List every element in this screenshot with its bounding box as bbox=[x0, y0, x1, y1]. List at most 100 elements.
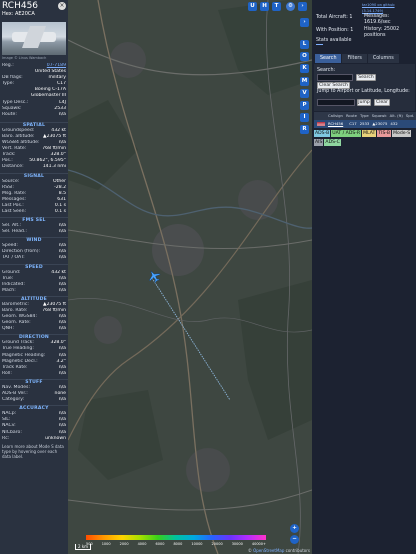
hex-code: Hex: AE20CA bbox=[2, 11, 35, 17]
fms-value: n/a bbox=[58, 229, 66, 235]
search-label: Search: bbox=[317, 68, 336, 73]
tab-columns[interactable]: Columns bbox=[367, 54, 399, 63]
wind-label: TAT / OAT: bbox=[2, 255, 25, 261]
jump-input[interactable] bbox=[317, 99, 355, 106]
source-chip-ais[interactable]: AIS bbox=[314, 139, 324, 146]
direction-row: Roll: n/a bbox=[0, 371, 68, 377]
altitude-colorbar-labels: 500 1000 2000 4000 6000 8000 10000 20000 30000 40… bbox=[86, 542, 266, 546]
stats-link-underline[interactable] bbox=[316, 44, 323, 45]
map-button-l[interactable]: L bbox=[300, 40, 309, 49]
speed-label: Mach: bbox=[2, 287, 16, 293]
town-area bbox=[152, 224, 204, 276]
table-row[interactable]: RCH456 C17 2533 ▲23075 432 bbox=[314, 120, 416, 128]
jump-button[interactable]: Jump bbox=[357, 99, 371, 106]
photo-credit: Image © Linus Wambach bbox=[2, 56, 47, 60]
callsign: RCH456 bbox=[2, 1, 39, 11]
aircraft-info-panel: RCH456 Hex: AE20CA × Image © Linus Wamba… bbox=[0, 0, 68, 554]
wind-row: TAT / OAT: n/a bbox=[0, 255, 68, 261]
colorbar-tick-label: 40000+ bbox=[251, 542, 266, 546]
map-scale: 2 km bbox=[75, 544, 92, 550]
jump-label: Jump to Airport or Latitude, Longitude: bbox=[317, 89, 410, 94]
map-button-p[interactable]: P bbox=[300, 101, 309, 110]
route-value: n/a bbox=[58, 111, 66, 117]
search-input[interactable] bbox=[317, 74, 353, 81]
route-label: Route: bbox=[2, 111, 17, 117]
history-count: History: 25002 positions bbox=[364, 27, 400, 38]
spatial-row: Distance: 141.3 nmi bbox=[0, 164, 68, 170]
altitude-colorbar bbox=[86, 535, 266, 540]
type-label: Type: bbox=[2, 81, 15, 87]
colorbar-tick-label: 20000 bbox=[211, 542, 223, 546]
search-button[interactable]: Search bbox=[356, 74, 376, 81]
clear-jump-button[interactable]: Clear bbox=[374, 99, 390, 106]
collapse-sidebar-icon[interactable]: › bbox=[300, 18, 309, 27]
altitude-value: n/a bbox=[58, 326, 66, 332]
map-button-o[interactable]: O bbox=[300, 52, 309, 62]
footer-hint: Learn more about Mode S data type by hov… bbox=[2, 443, 64, 459]
aircraft-photo[interactable] bbox=[2, 22, 66, 55]
column-header[interactable]: Type bbox=[360, 112, 369, 120]
altitude-label: QNH: bbox=[2, 326, 15, 332]
colorbar-tick-label: 30000 bbox=[231, 542, 243, 546]
map-button-h[interactable]: H bbox=[260, 2, 269, 11]
map-button-i[interactable]: I bbox=[300, 113, 309, 123]
source-legend: ADS-B UAT / ADS-R MLAT TIS-B Mode-S AIS ADS-C bbox=[314, 130, 415, 148]
column-header[interactable]: Spd. bbox=[406, 112, 414, 120]
detail-sections: SPATIAL Groundspeed: 432 kt Baro. altitude:… bbox=[0, 121, 68, 442]
source-chip-ads-c[interactable]: ADS-C bbox=[324, 139, 341, 146]
column-header[interactable]: Callsign bbox=[328, 112, 343, 120]
zoom-in-button[interactable]: + bbox=[290, 524, 299, 533]
map-button-v[interactable]: V bbox=[300, 88, 309, 98]
close-icon[interactable]: × bbox=[58, 2, 66, 10]
fms-row: Sel. Head.: n/a bbox=[0, 229, 68, 235]
source-chip-mlat[interactable]: MLAT bbox=[362, 130, 377, 137]
panel-toggle-icon[interactable]: › bbox=[298, 2, 307, 11]
source-chip-mode-s[interactable]: Mode-S bbox=[392, 130, 412, 137]
town-area bbox=[186, 448, 230, 492]
aircraft-header: RCH456 Hex: AE20CA × bbox=[0, 0, 68, 18]
flag-icon bbox=[317, 122, 325, 126]
map-button-u[interactable]: U bbox=[248, 2, 257, 11]
column-header[interactable] bbox=[317, 112, 325, 120]
map-button-m[interactable]: M bbox=[300, 76, 309, 86]
with-position: With Position: 1 bbox=[316, 28, 354, 33]
reg-label: Reg.: bbox=[2, 63, 14, 68]
direction-value: n/a bbox=[58, 370, 66, 376]
tab-filters[interactable]: Filters bbox=[342, 54, 367, 63]
panel-tabs: Search Filters Columns bbox=[315, 54, 400, 63]
altitude-row: QNH: n/a bbox=[0, 326, 68, 332]
stats-available: Stats available bbox=[316, 38, 352, 43]
source-chip-uat-ads-r[interactable]: UAT / ADS-R bbox=[331, 130, 362, 137]
column-header[interactable]: Squawk bbox=[372, 112, 387, 120]
map-button-r[interactable]: R bbox=[300, 125, 309, 135]
column-header[interactable]: Alt. (ft) bbox=[390, 112, 403, 120]
map-button-t[interactable]: T bbox=[272, 2, 281, 11]
table-cell: 2533 bbox=[359, 121, 370, 126]
osm-link[interactable]: OpenStreetMap bbox=[253, 548, 284, 553]
settings-gear-icon[interactable]: ⚙ bbox=[286, 2, 295, 11]
zoom-out-button[interactable]: − bbox=[290, 535, 299, 544]
source-chip-tis-b[interactable]: TIS-B bbox=[377, 130, 392, 137]
aircraft-table-header: Callsign Route Type Squawk Alt. (ft) Spd. bbox=[314, 112, 416, 120]
town-area bbox=[238, 180, 278, 220]
accuracy-label: Rc: bbox=[2, 435, 10, 441]
map-credit: © OpenStreetMap contributors bbox=[248, 548, 310, 553]
aircraft-photo-plane bbox=[12, 32, 56, 42]
colorbar-tick-label: 1000 bbox=[101, 542, 111, 546]
direction-label: Roll: bbox=[2, 370, 12, 376]
table-cell: 432 bbox=[390, 121, 398, 126]
colorbar-tick-label: 6000 bbox=[155, 542, 165, 546]
map-canvas[interactable] bbox=[68, 0, 312, 554]
map-button-k[interactable]: K bbox=[300, 64, 309, 74]
route-row: Route: n/a bbox=[0, 112, 68, 118]
clear-search-button[interactable]: Clear Search bbox=[317, 82, 350, 89]
spatial-value: 141.3 nmi bbox=[42, 164, 66, 170]
column-header[interactable]: Route bbox=[346, 112, 357, 120]
colorbar-tick-label: 10000 bbox=[191, 542, 203, 546]
source-chip-ads-b[interactable]: ADS-B bbox=[314, 130, 331, 137]
tab-search[interactable]: Search bbox=[315, 54, 342, 63]
spatial-label: Distance: bbox=[2, 164, 24, 170]
speed-row: Mach: n/a bbox=[0, 288, 68, 294]
version-link[interactable]: tar1090 on github (3.14.1749) bbox=[362, 3, 416, 14]
map[interactable]: ⚙ › › + − 500 1000 2000 4000 6000 8000 10000 20… bbox=[68, 0, 312, 554]
